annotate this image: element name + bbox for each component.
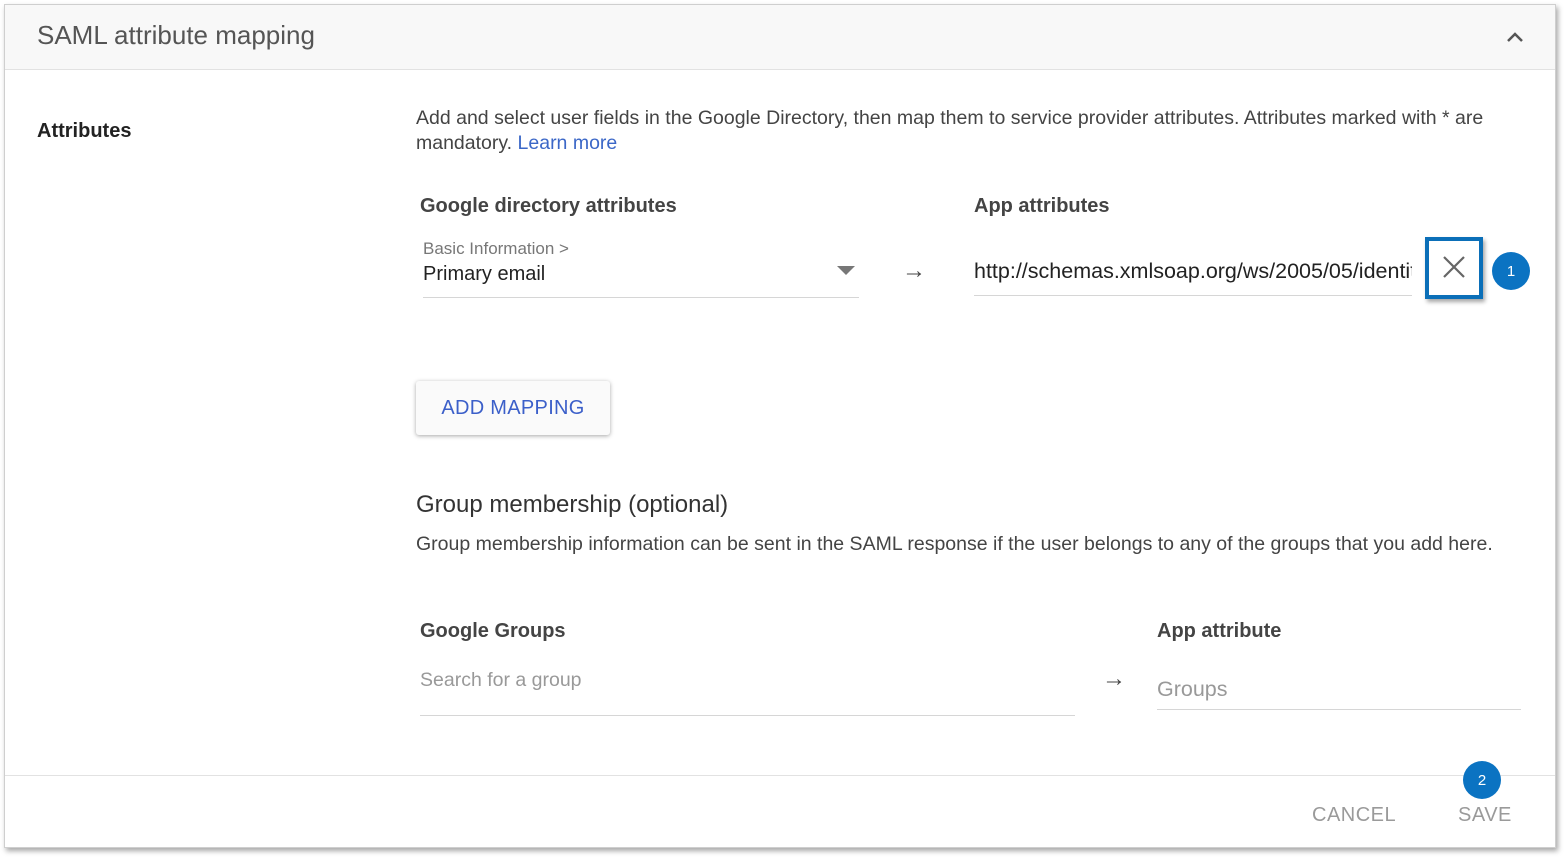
add-mapping-button[interactable]: ADD MAPPING — [416, 381, 610, 435]
app-attribute-input[interactable]: http://schemas.xmlsoap.org/ws/2005/05/id… — [974, 259, 1412, 296]
saml-mapping-panel: SAML attribute mapping Attributes Add an… — [4, 4, 1556, 848]
attributes-section-label: Attributes — [37, 120, 132, 142]
callout-badge-2: 2 — [1463, 761, 1501, 799]
callout-badge-1: 1 — [1492, 252, 1530, 290]
attributes-description: Add and select user fields in the Google… — [416, 107, 1484, 154]
panel-title: SAML attribute mapping — [37, 20, 315, 50]
panel-footer: CANCEL SAVE — [5, 775, 1555, 850]
mapping-arrow-icon: → — [902, 257, 926, 284]
attribute-selected-value: Primary email — [423, 263, 546, 285]
google-attribute-select[interactable]: Basic Information > Primary email — [423, 237, 859, 298]
panel-header[interactable]: SAML attribute mapping — [5, 5, 1555, 70]
learn-more-link[interactable]: Learn more — [518, 132, 618, 154]
close-icon — [1443, 256, 1465, 278]
group-mapping-arrow-icon: → — [1102, 665, 1126, 692]
app-attributes-header: App attributes — [974, 195, 1110, 217]
remove-mapping-button[interactable] — [1425, 237, 1483, 299]
dropdown-arrow-icon — [837, 263, 855, 275]
chevron-up-icon[interactable] — [1503, 25, 1527, 49]
group-membership-title: Group membership (optional) — [416, 491, 729, 518]
google-directory-attributes-header: Google directory attributes — [420, 195, 677, 217]
groups-app-attribute-input[interactable]: Groups — [1157, 665, 1521, 710]
group-search-placeholder: Search for a group — [420, 669, 582, 691]
app-attribute-header: App attribute — [1157, 620, 1282, 642]
groups-app-attribute-placeholder: Groups — [1157, 677, 1228, 701]
group-membership-description: Group membership information can be sent… — [416, 533, 1493, 555]
save-button[interactable]: SAVE — [1458, 804, 1512, 827]
cancel-button[interactable]: CANCEL — [1312, 804, 1396, 827]
attribute-category: Basic Information > — [423, 239, 569, 258]
group-search-input[interactable]: Search for a group — [420, 657, 1075, 716]
google-groups-header: Google Groups — [420, 620, 566, 642]
